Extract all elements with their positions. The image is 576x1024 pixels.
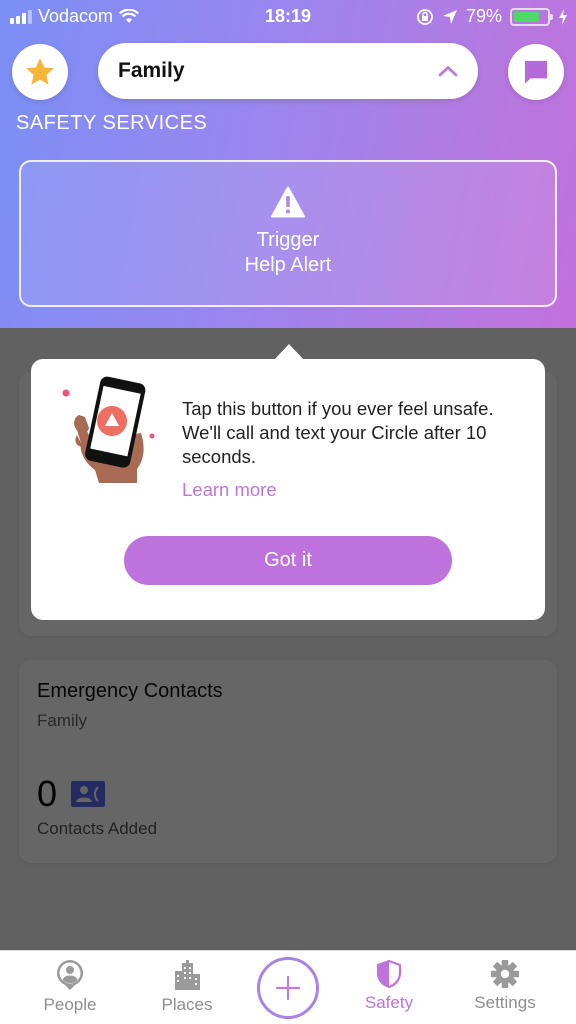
circle-selector[interactable]: Family — [98, 43, 478, 99]
help-alert-label-line1: Trigger — [256, 229, 320, 251]
add-button[interactable] — [257, 957, 319, 1019]
gear-icon — [490, 959, 520, 989]
chevron-up-icon — [438, 66, 458, 77]
star-icon — [26, 58, 54, 85]
battery-icon — [510, 7, 553, 26]
plus-icon — [275, 975, 301, 1001]
warning-icon — [271, 186, 305, 218]
section-title: SAFETY SERVICES — [16, 112, 208, 134]
tab-places[interactable]: Places — [142, 951, 232, 1024]
circle-name: Family — [118, 59, 185, 82]
rotation-lock-icon — [417, 8, 433, 25]
tab-label: Places — [161, 995, 213, 1014]
battery-percent: 79% — [465, 6, 502, 26]
tooltip-message: Tap this button if you ever feel unsafe.… — [182, 398, 494, 467]
help-alert-tooltip: Tap this button if you ever feel unsafe.… — [31, 344, 545, 620]
header: Vodacom 18:19 79% Family SAFETY SERVICES… — [0, 0, 576, 328]
status-bar: Vodacom 18:19 79% — [0, 0, 576, 32]
person-pin-icon — [57, 960, 83, 990]
messages-button[interactable] — [508, 44, 564, 100]
phone-in-hand-illustration — [62, 376, 155, 483]
favorites-button[interactable] — [12, 44, 68, 100]
tab-label: People — [43, 995, 97, 1014]
tab-settings[interactable]: Settings — [460, 951, 550, 1024]
got-it-button[interactable]: Got it — [124, 536, 452, 585]
shield-icon — [376, 959, 402, 989]
location-arrow-icon — [442, 9, 457, 24]
help-alert-label-line2: Help Alert — [244, 254, 332, 276]
buildings-icon — [175, 960, 200, 990]
chat-icon — [524, 60, 548, 84]
tab-label: Safety — [364, 993, 414, 1012]
tab-safety[interactable]: Safety — [344, 951, 434, 1024]
trigger-help-alert-button[interactable]: Trigger Help Alert — [19, 160, 557, 307]
tab-label: Settings — [474, 993, 536, 1012]
tab-people[interactable]: People — [25, 951, 115, 1024]
charging-bolt-icon — [559, 8, 567, 25]
learn-more-link[interactable]: Learn more — [182, 479, 277, 501]
